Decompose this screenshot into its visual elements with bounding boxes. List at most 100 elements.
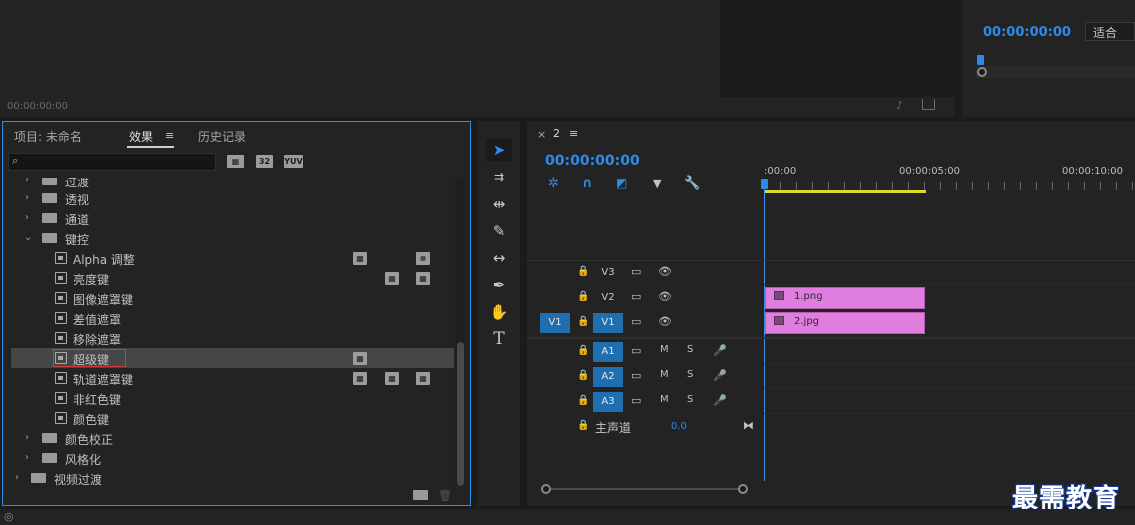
snap-magnet-icon[interactable]: ∩ [582,176,593,191]
mute-button[interactable]: M [660,344,669,355]
mute-button[interactable]: M [660,394,669,405]
tree-folder[interactable]: › 颜色校正 [11,428,454,448]
microphone-icon[interactable]: 🎤 [713,369,727,382]
eye-icon[interactable]: 👁 [658,290,672,303]
program-timecode[interactable]: 00:00:00:00 [983,25,1071,40]
effect-item[interactable]: Alpha 调整 ▦ ▦ [11,248,454,268]
lock-icon[interactable]: 🔒 [577,316,589,327]
cloud-sync-icon[interactable]: ◎ [4,510,14,523]
panel-menu-icon[interactable]: ≡ [165,129,174,142]
source-monitor-viewer[interactable] [0,0,720,97]
razor-tool-icon[interactable]: ✎ [486,220,512,242]
close-tab-icon[interactable]: × [537,128,546,141]
tab-project[interactable]: 项目: 未命名 [14,128,82,145]
eye-icon[interactable]: 👁 [658,315,672,328]
eye-icon[interactable]: 👁 [658,265,672,278]
linked-selection-icon[interactable]: ◩ [616,176,627,190]
nest-icon[interactable]: ✲ [548,176,559,191]
program-ruler[interactable] [976,66,1135,78]
effect-item[interactable]: 亮度键 ▦ ▦ [11,268,454,288]
effect-item[interactable]: 颜色键 [11,408,454,428]
chevron-right-icon[interactable]: › [25,432,35,443]
ripple-edit-tool-icon[interactable]: ⇹ [486,193,512,215]
zoom-handle-left[interactable] [541,484,551,494]
sync-lock-icon[interactable]: ▭ [631,290,641,303]
sync-lock-icon[interactable]: ▭ [631,344,641,357]
32bit-filter-button[interactable]: 32 [256,155,273,168]
microphone-icon[interactable]: 🎤 [713,394,727,407]
track-lane-a2[interactable] [764,365,1135,389]
tab-sequence[interactable]: 2 [553,127,560,140]
track-select-tool-icon[interactable]: ⇉ [486,166,512,188]
trash-icon[interactable]: 🗑 [438,489,452,502]
work-area-bar[interactable] [764,190,926,193]
effect-item[interactable]: 非红色键 [11,388,454,408]
chevron-right-icon[interactable]: › [25,452,35,463]
track-lane-v3[interactable] [764,261,1135,285]
zoom-handle-right[interactable] [738,484,748,494]
effect-item[interactable]: 轨道遮罩键 ▦ ▦ ▦ [11,368,454,388]
timeline-ruler[interactable]: :00:00 00:00:05:00 00:00:10:00 [764,161,1135,193]
track-name[interactable]: A2 [593,367,623,387]
track-name[interactable]: V3 [593,263,623,283]
track-lane-v1[interactable]: 2.jpg [764,311,1135,335]
panel-menu-icon[interactable]: ≡ [569,127,578,140]
program-playhead[interactable] [977,55,984,65]
new-bin-icon[interactable] [413,490,428,500]
tree-folder[interactable]: › 风格化 [11,448,454,468]
clip[interactable]: 2.jpg [765,312,925,334]
add-marker-icon[interactable]: ▼ [653,177,661,190]
effect-item[interactable]: 图像遮罩键 [11,288,454,308]
selection-tool-icon[interactable]: ➤ [486,139,512,161]
chevron-down-icon[interactable]: ⌄ [24,232,34,243]
effect-item-selected[interactable]: 超级键 ▦ [11,348,454,368]
lock-icon[interactable]: 🔒 [577,266,589,277]
slip-tool-icon[interactable]: ↔ [486,247,512,269]
track-name[interactable]: V2 [593,288,623,308]
effects-scrollbar-thumb[interactable] [457,342,464,486]
lock-icon[interactable]: 🔒 [577,291,589,302]
timeline-timecode[interactable]: 00:00:00:00 [545,153,640,169]
effect-item[interactable]: 移除遮罩 [11,328,454,348]
tab-history[interactable]: 历史记录 [198,128,246,145]
chevron-right-icon[interactable]: › [25,212,35,223]
chevron-right-icon[interactable]: › [25,192,35,203]
lock-icon[interactable]: 🔒 [577,395,589,406]
track-lane-a3[interactable] [764,390,1135,414]
track-name[interactable]: V1 [593,313,623,333]
type-tool-icon[interactable]: T [486,328,512,350]
tree-folder-expanded[interactable]: ⌄ 键控 [11,228,454,248]
zoom-fit-select[interactable]: 适合 [1085,22,1135,41]
tab-effects[interactable]: 效果 [129,128,153,145]
solo-button[interactable]: S [687,369,693,380]
go-to-end-icon[interactable]: ⧓ [743,419,754,432]
clip[interactable]: 1.png [765,287,925,309]
sync-lock-icon[interactable]: ▭ [631,315,641,328]
track-lane-v2[interactable]: 1.png [764,286,1135,310]
lock-icon[interactable]: 🔒 [577,345,589,356]
sync-lock-icon[interactable]: ▭ [631,265,641,278]
pen-tool-icon[interactable]: ✒ [486,274,512,296]
lock-icon[interactable]: 🔒 [577,370,589,381]
effects-search-input[interactable]: ⌕ [8,153,216,171]
microphone-icon[interactable]: 🎤 [713,344,727,357]
solo-button[interactable]: S [687,394,693,405]
yuv-filter-button[interactable]: YUV [284,155,303,168]
sync-lock-icon[interactable]: ▭ [631,369,641,382]
master-volume-value[interactable]: 0.0 [671,421,687,432]
effect-item[interactable]: 差值遮罩 [11,308,454,328]
wrench-icon[interactable]: 🔧 [684,176,700,191]
accelerated-effects-filter-icon[interactable]: ▦ [227,155,244,168]
chevron-right-icon[interactable]: › [25,178,35,185]
timeline-zoom-scrollbar[interactable] [545,488,745,490]
lock-icon[interactable]: 🔒 [577,420,589,431]
hand-tool-icon[interactable]: ✋ [486,301,512,323]
sync-lock-icon[interactable]: ▭ [631,394,641,407]
export-frame-icon[interactable] [922,99,935,110]
chevron-right-icon[interactable]: › [15,472,25,483]
program-zoom-knob[interactable] [977,67,987,77]
source-patch-v1[interactable]: V1 [540,313,570,333]
playhead[interactable] [761,179,768,189]
track-name[interactable]: A3 [593,392,623,412]
track-lane-a1[interactable] [764,340,1135,364]
